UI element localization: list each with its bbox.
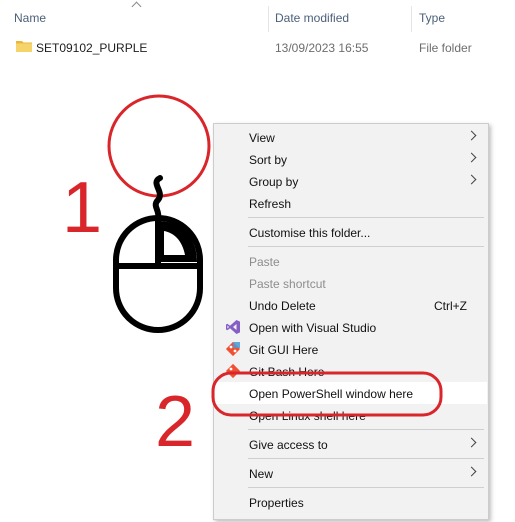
menu-item-undo-delete[interactable]: Undo Delete Ctrl+Z [215,294,487,316]
menu-separator [248,217,484,218]
chevron-right-icon [466,130,477,141]
column-header-type[interactable]: Type [419,11,445,25]
menu-item-open-powershell[interactable]: Open PowerShell window here [215,382,487,404]
menu-item-label: Refresh [249,197,292,211]
menu-item-paste-shortcut: Paste shortcut [215,272,487,294]
menu-item-label: Paste [249,255,280,269]
menu-item-properties[interactable]: Properties [215,491,487,513]
folder-icon [16,41,32,52]
menu-item-new[interactable]: New [215,462,487,484]
click-target-circle [107,94,211,198]
step-number-2: 2 [155,382,196,462]
file-type: File folder [419,41,472,55]
menu-item-label: New [249,467,274,481]
menu-item-open-linux-shell[interactable]: Open Linux shell here [215,404,487,426]
chevron-right-icon [466,174,477,185]
chevron-right-icon [466,466,477,477]
menu-item-label: View [249,131,275,145]
menu-item-label: Give access to [249,438,328,452]
git-icon [225,363,241,379]
menu-item-label: Properties [249,496,304,510]
menu-item-label: Open PowerShell window here [249,387,414,401]
menu-item-sort-by[interactable]: Sort by [215,148,487,170]
menu-item-give-access[interactable]: Give access to [215,433,487,455]
git-icon [225,341,241,357]
mouse-right-click-icon [113,175,203,333]
column-header-name[interactable]: Name [14,11,46,25]
menu-separator [248,487,484,488]
step-number-1: 1 [62,168,103,248]
file-date: 13/09/2023 16:55 [275,41,369,55]
menu-item-git-gui[interactable]: Git GUI Here [215,338,487,360]
file-name: SET09102_PURPLE [36,41,148,55]
menu-item-view[interactable]: View [215,126,487,148]
menu-item-label: Customise this folder... [249,226,371,240]
context-menu: View Sort by Group by Refresh Customise … [213,123,489,520]
menu-separator [248,246,484,247]
menu-item-group-by[interactable]: Group by [215,170,487,192]
menu-item-refresh[interactable]: Refresh [215,192,487,214]
menu-item-customise-folder[interactable]: Customise this folder... [215,221,487,243]
right-button-filled [158,221,197,262]
menu-item-label: Open Linux shell here [249,409,366,423]
menu-item-label: Group by [249,175,299,189]
menu-item-label: Paste shortcut [249,277,326,291]
menu-item-open-visual-studio[interactable]: Open with Visual Studio [215,316,487,338]
column-header-date-modified[interactable]: Date modified [275,11,349,25]
menu-item-label: Open with Visual Studio [249,321,377,335]
column-divider[interactable] [268,6,269,32]
menu-item-label: Sort by [249,153,288,167]
chevron-right-icon [466,152,477,163]
visual-studio-icon [226,320,240,334]
column-header-bar: Name Date modified Type [0,0,515,34]
menu-separator [248,429,484,430]
menu-separator [248,458,484,459]
menu-item-label: Git Bash Here [249,365,325,379]
menu-item-label: Undo Delete [249,299,316,313]
sort-up-icon [131,1,142,12]
column-divider[interactable] [411,6,412,32]
chevron-right-icon [466,437,477,448]
menu-item-shortcut: Ctrl+Z [434,299,467,313]
menu-item-git-bash[interactable]: Git Bash Here [215,360,487,382]
menu-item-paste: Paste [215,250,487,272]
file-row[interactable]: SET09102_PURPLE 13/09/2023 16:55 File fo… [0,36,515,58]
menu-item-label: Git GUI Here [249,343,319,357]
